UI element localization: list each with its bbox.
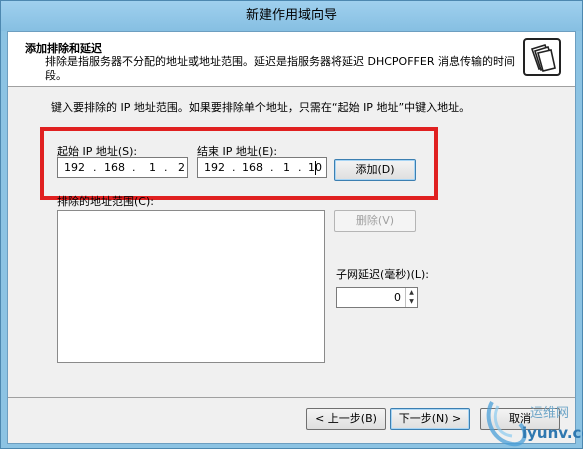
text-caret bbox=[315, 161, 316, 175]
octet-separator: . bbox=[93, 161, 97, 174]
remove-button[interactable]: 删除(V) bbox=[334, 210, 416, 232]
start-ip-octet-2: 168 bbox=[104, 161, 125, 174]
start-ip-octet-4: 2 bbox=[178, 161, 185, 174]
watermark-text-domain: iyunv.com bbox=[522, 424, 583, 442]
subnet-delay-label: 子网延迟(毫秒)(L): bbox=[336, 268, 430, 281]
wizard-header: 添加排除和延迟 排除是指服务器不分配的地址或地址范围。延迟是指服务器将延迟 DH… bbox=[8, 32, 575, 87]
next-button[interactable]: 下一步(N) > bbox=[390, 408, 470, 430]
title-bar: 新建作用域向导 bbox=[1, 1, 582, 31]
instruction-text: 键入要排除的 IP 地址范围。如果要排除单个地址，只需在“起始 IP 地址”中键… bbox=[51, 101, 471, 114]
spin-up-icon[interactable]: ▲ bbox=[406, 288, 417, 297]
watermark-logo: 运维网 iyunv.com bbox=[482, 394, 583, 449]
folders-icon bbox=[523, 38, 561, 76]
subnet-delay-spinner[interactable]: 0 ▲ ▼ bbox=[336, 287, 418, 308]
octet-separator: . bbox=[232, 161, 236, 174]
octet-separator: . bbox=[298, 161, 302, 174]
octet-separator: . bbox=[270, 161, 274, 174]
add-button[interactable]: 添加(D) bbox=[334, 159, 416, 181]
end-ip-octet-3: 1 bbox=[283, 161, 290, 174]
start-ip-input[interactable]: 192 . 168 . 1 . 2 bbox=[57, 157, 188, 178]
start-ip-octet-3: 1 bbox=[149, 161, 156, 174]
end-ip-octet-2: 168 bbox=[242, 161, 263, 174]
octet-separator: . bbox=[164, 161, 168, 174]
spin-down-icon[interactable]: ▼ bbox=[406, 297, 417, 306]
excluded-range-label: 排除的地址范围(C): bbox=[57, 195, 154, 208]
wizard-client-area: 添加排除和延迟 排除是指服务器不分配的地址或地址范围。延迟是指服务器将延迟 DH… bbox=[7, 31, 583, 447]
start-ip-octet-1: 192 bbox=[64, 161, 85, 174]
end-ip-octet-1: 192 bbox=[204, 161, 225, 174]
window-title: 新建作用域向导 bbox=[245, 8, 337, 23]
octet-separator: . bbox=[132, 161, 136, 174]
watermark-text-cn: 运维网 bbox=[530, 406, 570, 421]
spinner-arrows: ▲ ▼ bbox=[405, 288, 417, 307]
back-button[interactable]: < 上一步(B) bbox=[306, 408, 386, 430]
header-title: 添加排除和延迟 bbox=[25, 42, 102, 55]
end-ip-input[interactable]: 192 . 168 . 1 . 10 bbox=[197, 157, 327, 178]
excluded-range-list[interactable] bbox=[57, 210, 325, 363]
wizard-window: 新建作用域向导 添加排除和延迟 排除是指服务器不分配的地址或地址范围。延迟是指服… bbox=[0, 0, 583, 449]
subnet-delay-value: 0 bbox=[394, 291, 401, 304]
header-description: 排除是指服务器不分配的地址或地址范围。延迟是指服务器将延迟 DHCPOFFER … bbox=[45, 55, 515, 82]
